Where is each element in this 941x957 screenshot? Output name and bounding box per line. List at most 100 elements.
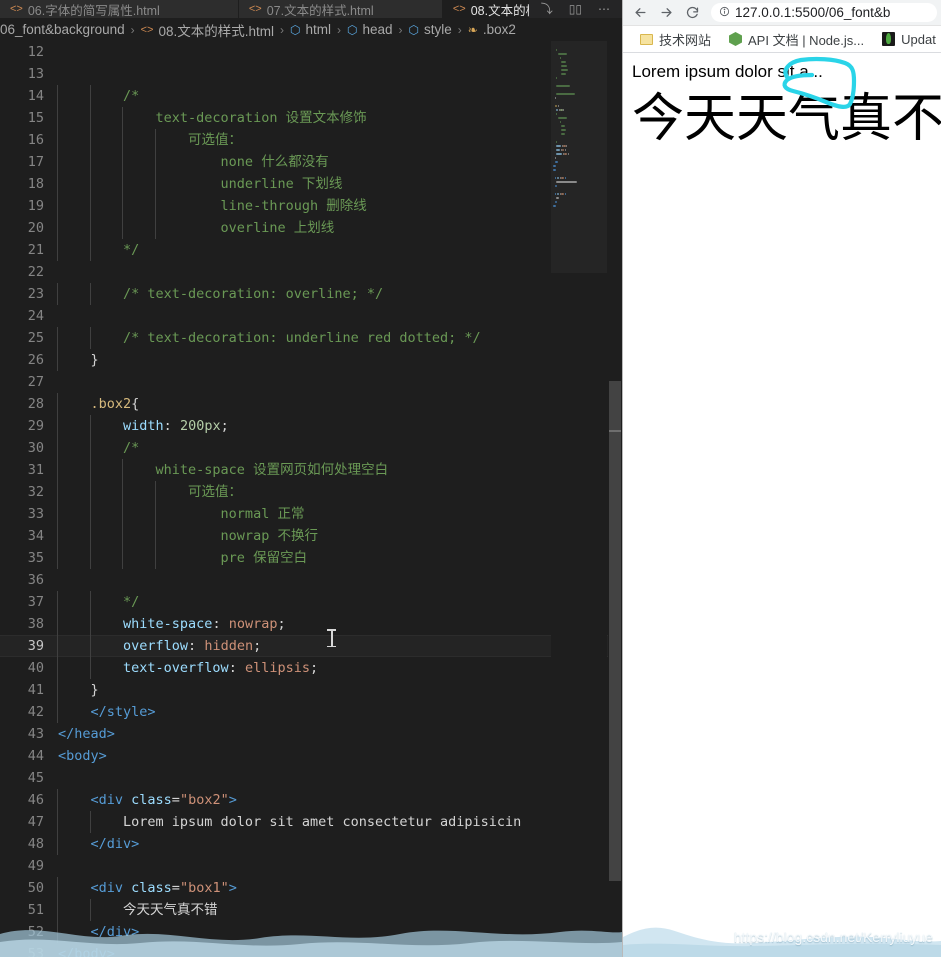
line-number: 46 <box>27 792 44 808</box>
editor-tab-0[interactable]: <> 06.字体的简写属性.html <box>0 0 239 18</box>
minimap-token <box>568 153 569 156</box>
editor-tab-1[interactable]: <> 07.文本的样式.html <box>238 0 443 18</box>
address-bar[interactable]: 127.0.0.1:5500/06_font&b <box>711 3 937 22</box>
minimap-token <box>554 193 557 196</box>
cube-icon: ⬡ <box>408 22 420 37</box>
breadcrumb-item-folder[interactable]: 06_font&background <box>0 22 125 37</box>
bookmark-label: 技术网站 <box>659 32 712 48</box>
code-line[interactable]: 28 .box2{ <box>0 393 622 415</box>
minimap-token <box>561 125 566 128</box>
minimap-token <box>561 149 565 152</box>
code-line[interactable]: 15 text-decoration 设置文本修饰 <box>0 107 622 129</box>
minimap-token <box>563 153 568 156</box>
code-line[interactable]: 52 </div> <box>0 921 622 943</box>
code-line[interactable]: 33 normal 正常 <box>0 503 622 525</box>
editor-minimap[interactable] <box>551 41 607 957</box>
code-line[interactable]: 16 可选值： <box>0 129 622 151</box>
code-line[interactable]: 18 underline 下划线 <box>0 173 622 195</box>
code-line[interactable]: 38 white-space: nowrap; <box>0 613 622 635</box>
minimap-token <box>561 177 564 180</box>
minimap-token <box>561 61 566 64</box>
minimap-token <box>556 181 577 184</box>
scrollbar-thumb[interactable] <box>609 381 621 881</box>
reload-icon[interactable] <box>679 1 705 25</box>
code-line[interactable]: 49 <box>0 855 622 877</box>
line-number: 37 <box>27 594 44 610</box>
code-line[interactable]: 17 none 什么都没有 <box>0 151 622 173</box>
split-editor-right-icon[interactable]: ▯▯ <box>569 3 582 15</box>
code-line[interactable]: 36 <box>0 569 622 591</box>
code-line[interactable]: 41 } <box>0 679 622 701</box>
code-line[interactable]: 30 /* <box>0 437 622 459</box>
editor-vertical-scrollbar[interactable] <box>608 41 622 957</box>
code-line[interactable]: 46 <div class="box2"> <box>0 789 622 811</box>
code-line[interactable]: 34 nowrap 不换行 <box>0 525 622 547</box>
code-line[interactable]: 47 Lorem ipsum dolor sit amet consectetu… <box>0 811 622 833</box>
code-line[interactable]: 26 } <box>0 349 622 371</box>
html-icon: <> <box>452 2 466 15</box>
code-line[interactable]: 39 overflow: hidden; <box>0 635 622 657</box>
site-info-icon[interactable] <box>719 6 730 20</box>
bookmark-item-2[interactable]: Updat <box>873 32 941 47</box>
line-number: 29 <box>27 418 44 434</box>
code-line[interactable]: 14 /* <box>0 85 622 107</box>
code-line[interactable]: 25 /* text-decoration: underline red dot… <box>0 327 622 349</box>
breadcrumb-item-style[interactable]: ⬡ style <box>409 22 452 37</box>
line-number: 51 <box>27 902 44 918</box>
more-actions-icon[interactable]: ⋯ <box>598 3 610 15</box>
code-line[interactable]: 35 pre 保留空白 <box>0 547 622 569</box>
minimap-line <box>551 189 607 192</box>
minimap-token <box>557 177 560 180</box>
bookmark-item-1[interactable]: API 文档 | Node.js... <box>720 30 873 49</box>
code-line[interactable]: 53 </body> <box>0 943 622 957</box>
code-line[interactable]: 43 </head> <box>0 723 622 745</box>
minimap-line <box>551 117 607 120</box>
line-number: 40 <box>27 660 44 676</box>
code-line[interactable]: 21 */ <box>0 239 622 261</box>
code-text: <body> <box>58 748 107 764</box>
breadcrumb-item-selector[interactable]: ❧ .box2 <box>468 22 516 37</box>
minimap-token <box>557 193 560 196</box>
line-number: 31 <box>27 462 44 478</box>
code-line[interactable]: 29 width: 200px; <box>0 415 622 437</box>
code-line[interactable]: 40 text-overflow: ellipsis; <box>0 657 622 679</box>
code-text: </div> <box>58 924 140 940</box>
code-line[interactable]: 44 <body> <box>0 745 622 767</box>
split-editor-down-icon[interactable]: ⤵ <box>541 3 553 15</box>
code-line[interactable]: 13 <box>0 63 622 85</box>
breadcrumb-item-html[interactable]: ⬡ html <box>290 22 331 37</box>
code-editor[interactable]: 12 13 14 /* 15 text-decoration 设置文本修饰 16 可选值… <box>0 41 622 957</box>
code-line[interactable]: 12 <box>0 41 622 63</box>
minimap-line <box>551 41 607 44</box>
minimap-line <box>551 77 607 80</box>
breadcrumb-label: html <box>305 22 331 37</box>
code-line[interactable]: 32 可选值： <box>0 481 622 503</box>
minimap-token <box>554 161 559 164</box>
forward-icon[interactable] <box>653 1 679 25</box>
code-line[interactable]: 42 </style> <box>0 701 622 723</box>
minimap-token <box>566 145 568 148</box>
code-line[interactable]: 37 */ <box>0 591 622 613</box>
code-line[interactable]: 19 line-through 删除线 <box>0 195 622 217</box>
back-icon[interactable] <box>627 1 653 25</box>
code-line[interactable]: 48 </div> <box>0 833 622 855</box>
code-line[interactable]: 20 overline 上划线 <box>0 217 622 239</box>
breadcrumb-item-file[interactable]: <> 08.文本的样式.html <box>141 20 274 40</box>
line-number: 16 <box>27 132 44 148</box>
code-line[interactable]: 27 <box>0 371 622 393</box>
code-line[interactable]: 45 <box>0 767 622 789</box>
code-line[interactable]: 22 <box>0 261 622 283</box>
code-line[interactable]: 31 white-space 设置网页如何处理空白 <box>0 459 622 481</box>
line-number: 38 <box>27 616 44 632</box>
bookmark-item-0[interactable]: 技术网站 <box>631 30 720 49</box>
breadcrumb-item-head[interactable]: ⬡ head <box>347 22 393 37</box>
code-line[interactable]: 23 /* text-decoration: overline; */ <box>0 283 622 305</box>
minimap-line <box>551 177 607 180</box>
minimap-token <box>554 201 558 204</box>
code-line[interactable]: 50 <div class="box1"> <box>0 877 622 899</box>
minimap-line <box>551 129 607 132</box>
code-line[interactable]: 51 今天天气真不错 <box>0 899 622 921</box>
code-line[interactable]: 24 <box>0 305 622 327</box>
minimap-line <box>551 89 607 92</box>
minimap-line <box>551 101 607 104</box>
